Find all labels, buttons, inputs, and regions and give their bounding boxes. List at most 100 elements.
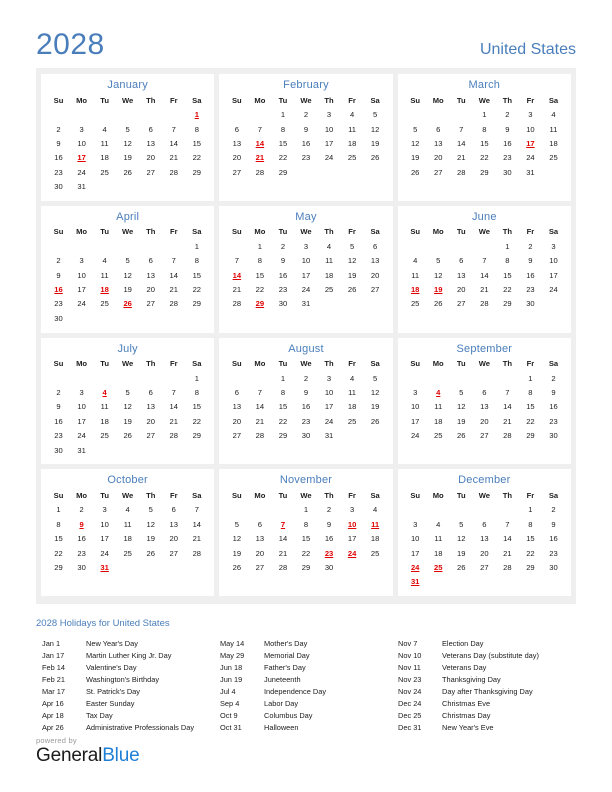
day-cell: 26 (123, 167, 132, 177)
day-cell: 22 (54, 548, 63, 558)
day-cell: 19 (457, 416, 466, 426)
holiday-name: Independence Day (264, 686, 327, 696)
day-cell-empty (185, 311, 208, 325)
day-cell: 3 (326, 373, 332, 383)
day-cell: 8 (280, 124, 286, 134)
day-cell: 9 (303, 124, 309, 134)
day-cell: 15 (526, 402, 535, 412)
day-cell: 14 (169, 270, 178, 280)
weekday-header: Tu (100, 359, 109, 368)
day-cell: 4 (102, 124, 107, 134)
holiday-list-item: Dec 31 New Year's Eve (398, 722, 576, 734)
day-cell-empty (318, 297, 341, 311)
day-cell: 22 (480, 153, 489, 163)
weekday-header: We (122, 227, 134, 237)
day-cell: 24 (77, 299, 86, 309)
day-cell: 2 (505, 110, 510, 120)
day-cell-empty (116, 239, 139, 253)
weekday-header-row: Su Mo Tu We Th Fr Sa (47, 226, 208, 240)
day-cell: 24 (526, 153, 535, 163)
day-cell: 21 (503, 548, 512, 558)
day-cell-empty (93, 443, 116, 457)
holiday-name: Christmas Day (442, 710, 491, 720)
day-cell-empty (225, 239, 248, 253)
month-card: March Su Mo Tu We Th Fr Sa 1 2 3 4 5 6 7 8 9 10 11 12 13 14 15… (397, 74, 571, 201)
day-cell: 18 (370, 534, 380, 544)
day-cell-empty (364, 165, 387, 179)
day-cell-empty (364, 429, 387, 443)
day-cell: 8 (505, 256, 510, 266)
holiday-date: Nov 23 (398, 674, 422, 684)
day-cell-holiday: 23 (324, 548, 334, 558)
week-row: 2 3 4 5 6 7 8 (47, 122, 208, 136)
day-cell: 20 (457, 285, 466, 295)
weekday-header: Mo (432, 359, 444, 368)
weekday-header: Sa (548, 95, 559, 105)
weekday-header: Tu (278, 95, 288, 105)
day-cell: 18 (347, 402, 357, 412)
weekday-header: Su (53, 359, 64, 368)
day-cell-holiday: 16 (54, 285, 63, 295)
weekday-header: Th (324, 359, 334, 368)
weekday-header: Fr (526, 95, 535, 105)
day-cell-holiday: 9 (79, 519, 84, 529)
day-cell: 17 (549, 270, 558, 280)
day-cell: 26 (347, 285, 357, 295)
day-cell: 7 (171, 388, 176, 398)
day-cell: 22 (255, 285, 265, 295)
holiday-name: Labor Day (264, 698, 299, 708)
day-cell: 19 (410, 153, 420, 163)
day-cell: 11 (100, 270, 109, 280)
day-cell: 7 (171, 256, 176, 266)
day-cell: 7 (482, 256, 487, 266)
day-cell: 14 (457, 138, 466, 148)
weekday-header: Th (324, 227, 334, 237)
weekday-header: Fr (169, 359, 178, 368)
day-cell: 30 (54, 445, 63, 455)
generalblue-logo: GeneralBlue (36, 746, 140, 766)
holiday-name: Veterans Day (442, 662, 487, 672)
day-cell: 28 (232, 299, 242, 309)
weekday-header: Sa (548, 490, 559, 500)
holiday-date: Jun 19 (220, 674, 243, 684)
holiday-list-item: Nov 24 Day after Thanksgiving Day (398, 686, 576, 698)
day-cell: 10 (549, 256, 558, 266)
holiday-list-item: Apr 18 Tax Day (42, 710, 220, 722)
day-cell: 29 (192, 167, 202, 177)
day-cell: 11 (434, 534, 443, 544)
weekday-header: Sa (192, 95, 202, 105)
day-cell: 15 (301, 534, 311, 544)
day-cell-holiday: 24 (410, 562, 420, 572)
holiday-name: Columbus Day (264, 710, 313, 720)
week-row: 30 31 (47, 179, 208, 193)
holiday-list-item: Nov 7 Election Day (398, 638, 576, 650)
holiday-list-item: Oct 9 Columbus Day (220, 710, 398, 722)
week-row: 23 24 25 26 27 28 29 (47, 429, 208, 443)
day-cell: 3 (102, 505, 107, 515)
day-cell: 25 (370, 548, 380, 558)
day-cell: 5 (125, 256, 130, 266)
day-cell: 26 (410, 167, 420, 177)
weekday-header-row: Su Mo Tu We Th Fr Sa (225, 489, 386, 503)
day-cell: 21 (169, 153, 178, 163)
day-cell-empty (93, 311, 116, 325)
holiday-list-item: May 14 Mother's Day (220, 638, 398, 650)
weekday-header: Fr (348, 490, 356, 500)
month-table: Su Mo Tu We Th Fr Sa 1 2 3 4 5 6 7 8 9 10 11 12 13 14 15 16 17 1… (404, 489, 565, 589)
day-cell: 11 (325, 256, 333, 266)
weekday-header: Fr (526, 359, 535, 368)
day-cell: 7 (171, 124, 176, 134)
day-cell: 30 (301, 431, 311, 441)
day-cell-empty (496, 503, 519, 517)
day-cell-empty (248, 108, 271, 122)
day-cell: 8 (303, 519, 309, 529)
day-cell: 3 (413, 388, 418, 398)
day-cell: 2 (303, 373, 309, 383)
day-cell: 29 (526, 562, 535, 572)
month-table: Su Mo Tu We Th Fr Sa 1 2 3 4 5 6 7 8 9 10 11 12 13 14 15 16 17 1… (404, 94, 565, 179)
day-cell: 2 (280, 241, 286, 251)
weekday-header: Tu (100, 490, 109, 500)
day-cell: 3 (303, 241, 309, 251)
day-cell: 31 (301, 299, 311, 309)
day-cell: 30 (503, 167, 512, 177)
